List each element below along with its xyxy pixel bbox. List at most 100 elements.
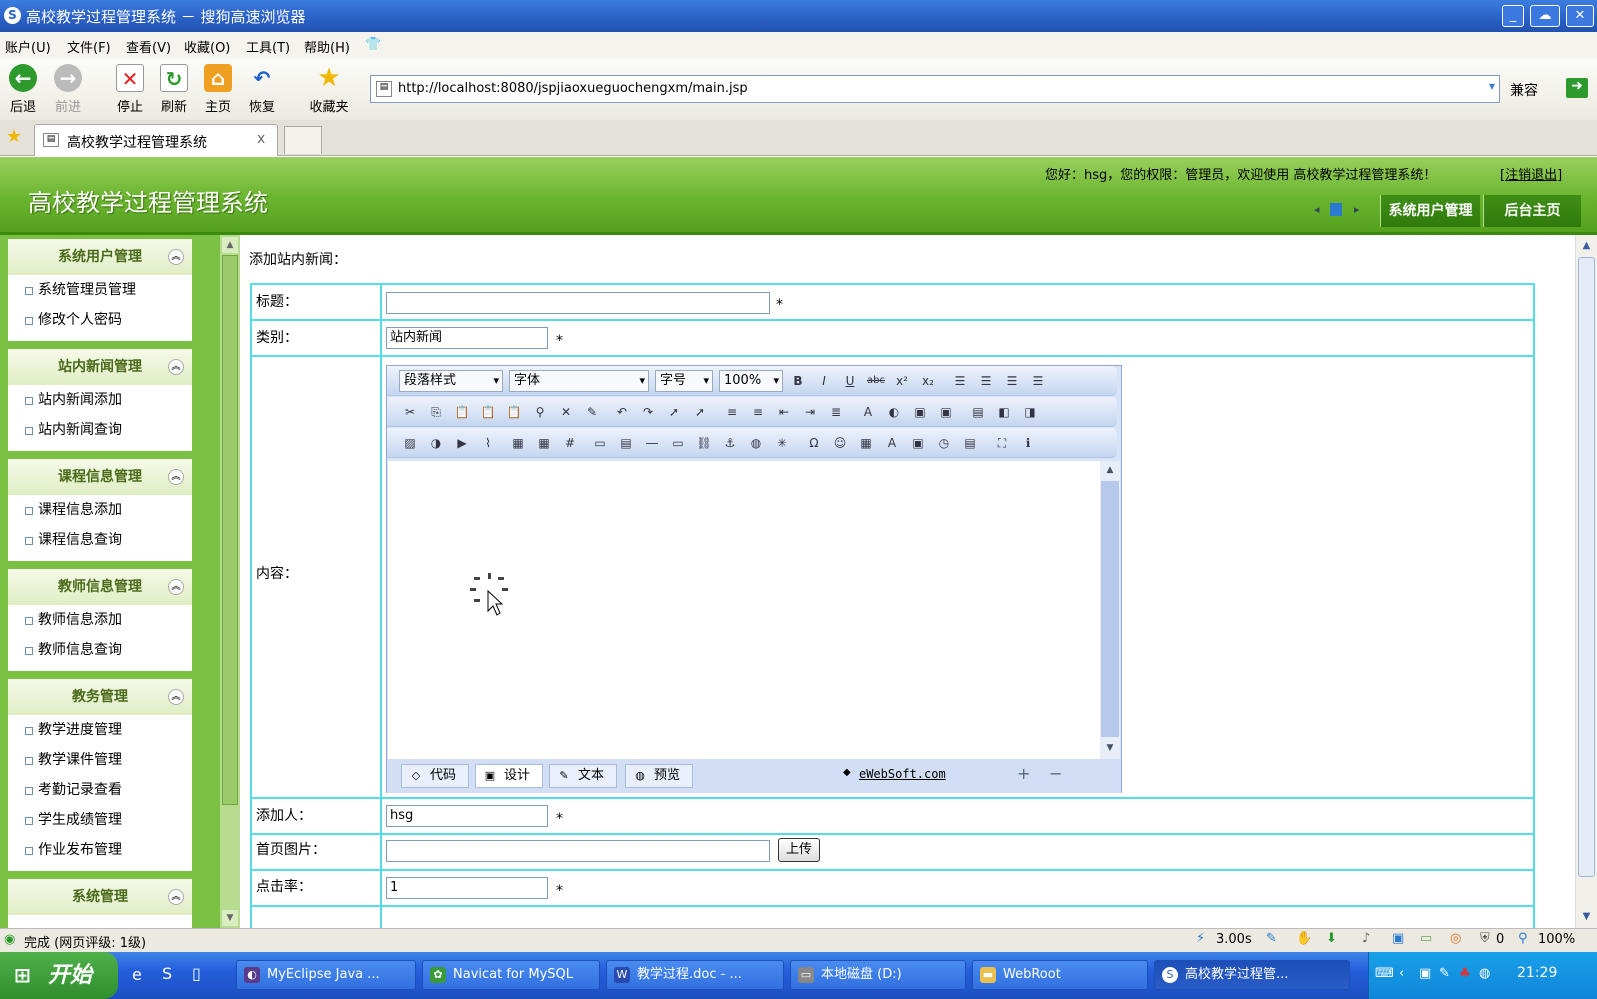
shield-tray-icon[interactable]: ◍ (1479, 966, 1490, 981)
sidebar-group-header[interactable]: 站内新闻管理 ︽ (8, 349, 192, 385)
pointer-icon[interactable]: ➚ (691, 403, 709, 421)
author-input[interactable]: hsg (386, 805, 548, 827)
undo-icon[interactable]: ↶ (613, 403, 631, 421)
paste-text-icon[interactable]: 📋 (479, 403, 497, 421)
frame-icon[interactable]: ▭ (591, 434, 609, 452)
time-icon[interactable]: ◷ (935, 434, 953, 452)
favorites-button[interactable]: ★ 收藏夹 (306, 62, 352, 115)
close-window-icon[interactable]: ✕ (1566, 5, 1594, 27)
date-icon[interactable]: ▣ (909, 434, 927, 452)
zoom-icon[interactable]: ⚲ (1518, 931, 1528, 946)
underline-icon[interactable]: U (841, 372, 859, 390)
box-icon[interactable]: ▣ (911, 403, 929, 421)
subscript-icon[interactable]: x₂ (919, 372, 937, 390)
collapse-chevron-icon[interactable]: ︽ (168, 689, 184, 705)
font-size-select[interactable]: 字号 (655, 370, 713, 392)
block-icon[interactable]: ≣ (827, 403, 845, 421)
scroll-down-icon[interactable]: ▼ (222, 910, 238, 926)
scroll-down-icon[interactable]: ▼ (1101, 740, 1119, 757)
download-icon[interactable]: ⬇ (1326, 931, 1337, 946)
collapse-chevron-icon[interactable]: ︽ (168, 889, 184, 905)
sidebar-item-courseware[interactable]: 教学课件管理 (8, 745, 192, 775)
scroll-up-icon[interactable]: ▲ (1578, 237, 1595, 254)
paste-word-icon[interactable]: 📋 (505, 403, 523, 421)
table-props-icon[interactable]: ▦ (535, 434, 553, 452)
menu-file[interactable]: 文件(F) (67, 37, 111, 56)
nav-page-icon[interactable] (1330, 203, 1342, 216)
task-word-doc[interactable]: W 教学过程.doc - ... (606, 960, 784, 990)
clicks-input[interactable]: 1 (386, 877, 548, 899)
shrink-icon[interactable]: − (1049, 764, 1062, 783)
align-center-icon[interactable]: ☰ (977, 372, 995, 390)
sidebar-group-header[interactable]: 课程信息管理 ︽ (8, 459, 192, 495)
anchor-icon[interactable]: ⚓ (721, 434, 739, 452)
scrollbar-thumb[interactable] (1101, 481, 1119, 737)
sidebar-item-progress[interactable]: 教学进度管理 (8, 715, 192, 745)
collapse-chevron-icon[interactable]: ︽ (168, 359, 184, 375)
desktop-icon[interactable]: ▯ (192, 964, 201, 983)
scrollbar-thumb[interactable] (222, 255, 238, 805)
excel-icon[interactable]: ▦ (857, 434, 875, 452)
task-webroot[interactable]: ▬ WebRoot (972, 960, 1148, 990)
menu-account[interactable]: 账户(U) (5, 37, 51, 56)
new-tab-button[interactable] (284, 126, 322, 154)
editor-scrollbar[interactable]: ▲ ▼ (1100, 461, 1120, 759)
about-icon[interactable]: ℹ (1019, 434, 1037, 452)
scrollbar-thumb[interactable] (1578, 257, 1595, 877)
outdent-icon[interactable]: ⇤ (775, 403, 793, 421)
system-user-button[interactable]: 系统用户管理 (1380, 195, 1480, 227)
status-text[interactable]: 完成 (网页评级: 1级) (24, 932, 146, 951)
tab-design[interactable]: ▣ 设计 (475, 764, 543, 788)
dropdown-arrow-icon[interactable]: ▾ (1489, 79, 1495, 93)
image-input[interactable] (386, 840, 770, 862)
indent-icon[interactable]: ⇥ (801, 403, 819, 421)
window-icon[interactable]: ▭ (1420, 931, 1432, 946)
minimize-icon[interactable]: _ (1502, 5, 1524, 27)
tab-code[interactable]: ◇ 代码 (401, 764, 469, 788)
paragraph-icon[interactable]: ▤ (969, 403, 987, 421)
cloud-icon[interactable]: ☁ (1530, 5, 1560, 27)
task-navicat[interactable]: ✿ Navicat for MySQL (422, 960, 600, 990)
tab-preview[interactable]: ◍ 预览 (625, 764, 693, 788)
sidebar-group-header[interactable]: 系统用户管理 ︽ (8, 239, 192, 275)
layer2-icon[interactable]: ◨ (1021, 403, 1039, 421)
strikethrough-icon[interactable]: abc (867, 372, 885, 390)
clear-format-icon[interactable]: ✎ (583, 403, 601, 421)
font-select[interactable]: 字体 (509, 370, 649, 392)
back-button[interactable]: ← 后退 (3, 62, 43, 115)
menu-help[interactable]: 帮助(H) (304, 37, 350, 56)
redo-icon[interactable]: ↷ (639, 403, 657, 421)
ewebsoft-link[interactable]: eWebSoft.com (859, 767, 946, 781)
select-icon[interactable]: ➚ (665, 403, 683, 421)
admin-home-button[interactable]: 后台主页 (1483, 195, 1581, 227)
sidebar-item-teacher-query[interactable]: 教师信息查询 (8, 635, 192, 665)
paragraph-style-select[interactable]: 段落样式 (399, 370, 503, 392)
attachment-icon[interactable]: ⌇ (479, 434, 497, 452)
align-right-icon[interactable]: ☰ (1003, 372, 1021, 390)
sidebar-item-homework[interactable]: 作业发布管理 (8, 835, 192, 865)
upload-button[interactable]: 上传 (778, 838, 820, 862)
sidebar-item-teacher-add[interactable]: 教师信息添加 (8, 605, 192, 635)
insert-flash-icon[interactable]: ◑ (427, 434, 445, 452)
clock[interactable]: 21:29 (1517, 965, 1557, 981)
scroll-up-icon[interactable]: ▲ (222, 237, 238, 253)
scroll-up-icon[interactable]: ▲ (1101, 462, 1119, 479)
menu-favorites[interactable]: 收藏(O) (184, 37, 230, 56)
home-button[interactable]: ⌂ 主页 (198, 62, 238, 115)
sidebar-item-grades[interactable]: 学生成绩管理 (8, 805, 192, 835)
art-text-icon[interactable]: A (883, 434, 901, 452)
title-input[interactable] (386, 292, 770, 314)
find-icon[interactable]: ⚲ (531, 403, 549, 421)
tab-text[interactable]: ✎ 文本 (549, 764, 617, 788)
menu-view[interactable]: 查看(V) (126, 37, 171, 56)
justify-icon[interactable]: ☰ (1029, 372, 1047, 390)
sidebar-item-news-add[interactable]: 站内新闻添加 (8, 385, 192, 415)
zoom-select[interactable]: 100% (719, 370, 783, 392)
tab-close-icon[interactable]: x (257, 131, 265, 147)
restore-button[interactable]: ↶ 恢复 (242, 62, 282, 115)
sidebar-item-course-query[interactable]: 课程信息查询 (8, 525, 192, 555)
zoom-level[interactable]: 100% (1538, 932, 1575, 947)
category-input[interactable]: 站内新闻 (386, 327, 548, 349)
mouse-icon[interactable]: ✋ (1296, 931, 1312, 946)
keyboard-icon[interactable]: ⌨ (1375, 966, 1394, 981)
